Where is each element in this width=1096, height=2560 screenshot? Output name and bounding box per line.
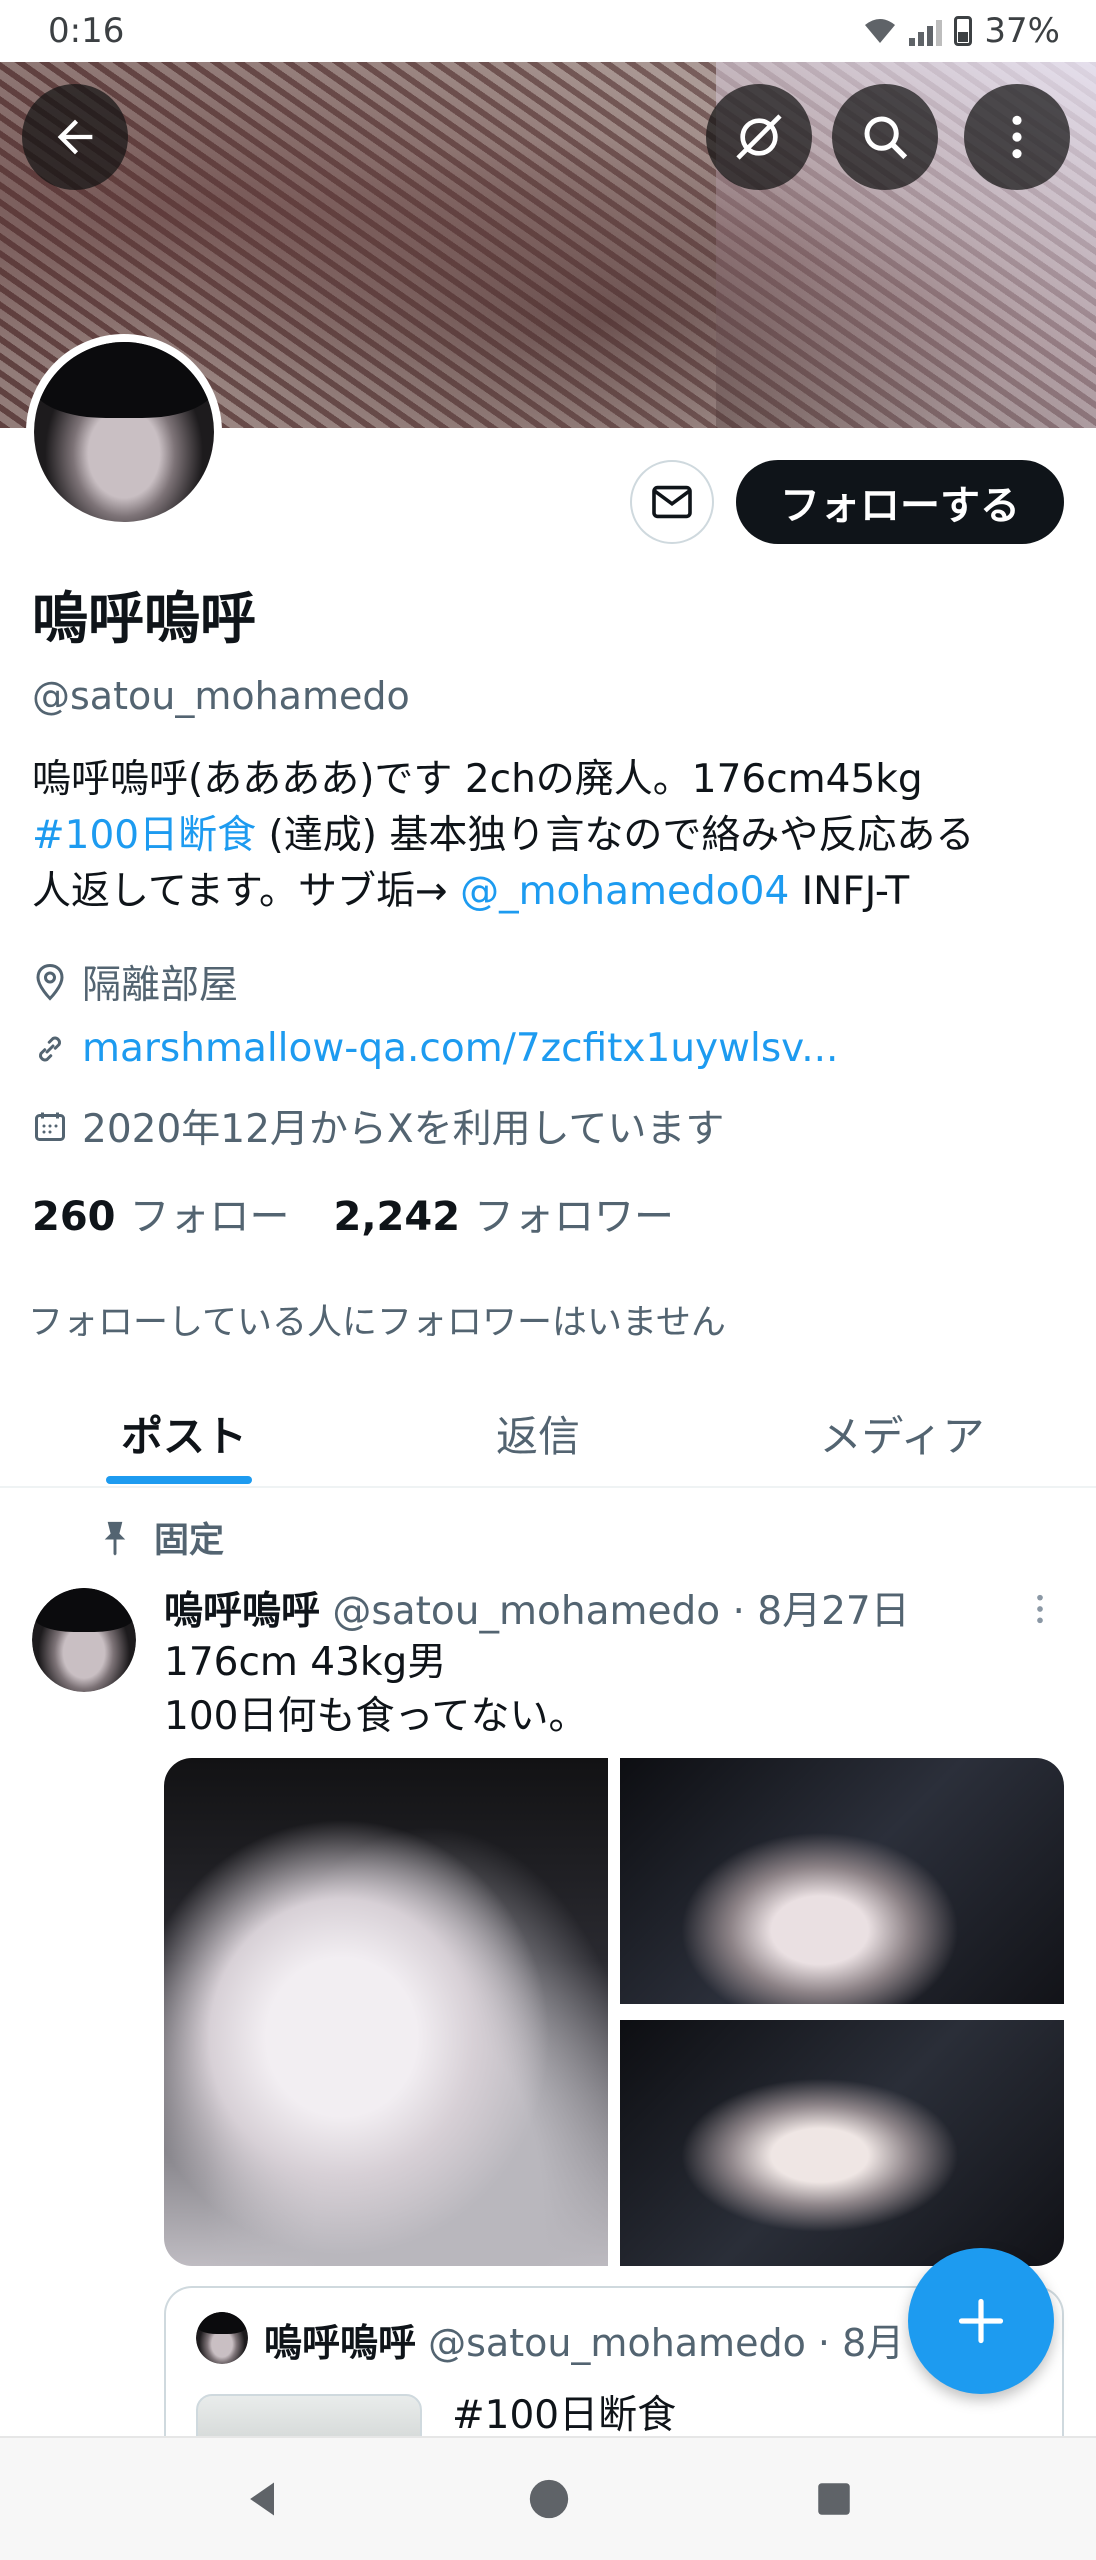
display-name: 嗚呼嗚呼: [32, 587, 256, 652]
tab-posts[interactable]: ポスト: [0, 1380, 368, 1486]
signal-icon: [909, 16, 943, 46]
followers-label: フォロワー: [474, 1194, 675, 1240]
battery-percent: 37%: [984, 11, 1060, 51]
grok-icon: [736, 114, 782, 160]
more-vertical-icon: [1037, 1594, 1043, 1624]
post-image-3[interactable]: [620, 2020, 1064, 2266]
website-link[interactable]: marshmallow-qa.com/7zcfitx1uywlsv...: [82, 1026, 838, 1071]
more-button[interactable]: [964, 84, 1070, 190]
quoted-post-text: #100日断食: [452, 2393, 677, 2438]
bio-mention-link[interactable]: @_mohamedo04: [460, 869, 789, 914]
bio-line3: 人返してます。サブ垢→: [32, 869, 461, 914]
post-more-button[interactable]: [1030, 1592, 1050, 1630]
location-pin-icon: [36, 963, 64, 1001]
bio-line3-suffix: INFJ-T: [789, 869, 910, 914]
post-text: 176cm 43kg男 100日何も食ってない。: [164, 1636, 588, 1744]
status-time: 0:16: [48, 11, 125, 51]
search-button[interactable]: [832, 84, 938, 190]
status-bar: 0:16 37%: [0, 0, 1096, 62]
mail-icon: [652, 485, 692, 519]
followers-link[interactable]: 2,242 フォロワー: [334, 1184, 675, 1242]
back-button[interactable]: [22, 84, 128, 190]
profile-avatar[interactable]: [26, 334, 222, 530]
following-link[interactable]: 260 フォロー: [32, 1184, 290, 1242]
profile-location: 隔離部屋: [32, 954, 238, 1010]
more-vertical-icon: [1012, 115, 1022, 159]
no-mutual-followers-text: フォローしている人にフォロワーはいません: [28, 1303, 726, 1343]
search-icon: [864, 116, 908, 160]
post-media-grid: [164, 1758, 1064, 2266]
followers-count: 2,242: [333, 1194, 461, 1240]
message-button[interactable]: [630, 460, 714, 544]
bio-line2: (達成) 基本独り言なので絡みや反応ある: [256, 813, 975, 858]
following-count: 260: [32, 1194, 116, 1240]
profile-joined: 2020年12月からXを利用しています: [32, 1098, 724, 1154]
nav-home-icon[interactable]: [526, 2476, 572, 2522]
pinned-indicator: 固定: [100, 1512, 224, 1563]
nav-recents-icon[interactable]: [813, 2478, 855, 2520]
back-arrow-icon: [57, 119, 93, 155]
post-header: 嗚呼嗚呼 @satou_mohamedo · 8月27日: [164, 1580, 910, 1636]
battery-icon: [954, 16, 973, 46]
quoted-post-header: 嗚呼嗚呼 @satou_mohamedo · 8月: [264, 2312, 904, 2367]
pin-icon: [104, 1521, 126, 1556]
grok-button[interactable]: [706, 84, 812, 190]
pinned-label: 固定: [154, 1521, 225, 1561]
quoted-post-avatar: [196, 2312, 248, 2364]
tab-media[interactable]: メディア: [708, 1380, 1096, 1486]
post-author-meta: @satou_mohamedo · 8月27日: [332, 1589, 910, 1634]
username: @satou_mohamedo: [32, 674, 410, 718]
plus-icon: [958, 2298, 1004, 2344]
follow-counts: 260 フォロー 2,242 フォロワー: [32, 1184, 674, 1242]
calendar-icon: [35, 1112, 65, 1141]
location-text: 隔離部屋: [82, 963, 239, 1008]
post-text-line1: 176cm 43kg男: [164, 1640, 447, 1685]
profile-tabs: ポスト 返信 メディア: [0, 1380, 1096, 1488]
bio-line1: 嗚呼嗚呼(ああああ)です 2chの廃人。176cm45kg: [32, 757, 923, 802]
bio-hashtag-link[interactable]: #100日断食: [32, 813, 256, 858]
link-icon: [39, 1036, 61, 1061]
wifi-icon: [865, 19, 896, 43]
profile-website[interactable]: marshmallow-qa.com/7zcfitx1uywlsv...: [32, 1026, 838, 1071]
profile-bio: 嗚呼嗚呼(ああああ)です 2chの廃人。176cm45kg #100日断食 (達…: [32, 752, 1072, 920]
tab-replies[interactable]: 返信: [368, 1380, 708, 1486]
following-label: フォロー: [129, 1194, 290, 1240]
follow-button[interactable]: フォローする: [736, 460, 1064, 544]
post-author-avatar[interactable]: [32, 1588, 136, 1692]
compose-post-button[interactable]: [908, 2248, 1054, 2394]
post-image-1[interactable]: [164, 1758, 608, 2266]
quoted-author-meta: @satou_mohamedo · 8月: [428, 2321, 905, 2365]
joined-text: 2020年12月からXを利用しています: [82, 1107, 725, 1152]
nav-back-icon[interactable]: [241, 2477, 285, 2521]
post-author-name[interactable]: 嗚呼嗚呼: [164, 1589, 320, 1634]
quoted-author-name: 嗚呼嗚呼: [264, 2321, 417, 2365]
post-text-line2: 100日何も食ってない。: [164, 1694, 588, 1739]
active-tab-indicator: [106, 1476, 252, 1484]
post-image-2[interactable]: [620, 1758, 1064, 2004]
system-navigation-bar: [0, 2436, 1096, 2560]
